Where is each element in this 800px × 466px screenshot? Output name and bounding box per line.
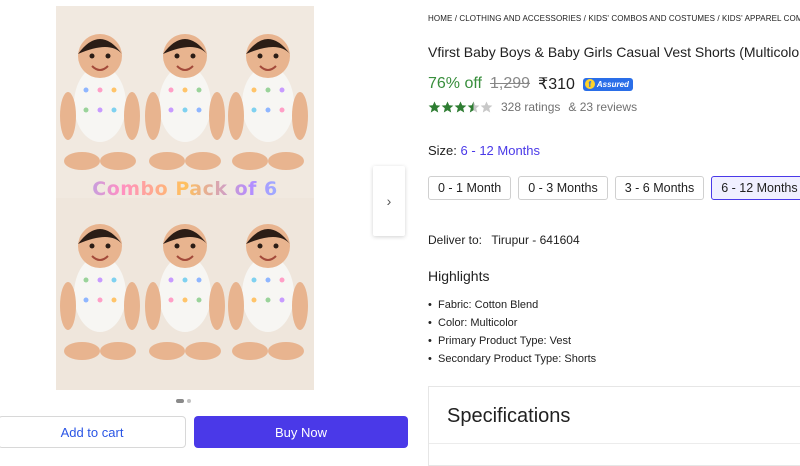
size-option-0-1-month[interactable]: 0 - 1 Month [428, 176, 512, 200]
highlights-title: Highlights [428, 268, 490, 284]
assured-icon: f [584, 79, 595, 89]
highlights-list: • Fabric: Cotton Blend • Color: Multicolor… [428, 296, 596, 368]
breadcrumb-home[interactable]: HOME [428, 14, 452, 23]
chevron-right-icon: › [386, 193, 392, 209]
discount-percent: 76% off [428, 75, 482, 92]
specifications-title: Specifications [447, 405, 571, 427]
breadcrumb-kids-combos[interactable]: KIDS' COMBOS AND COSTUMES [588, 14, 715, 23]
star-full-icon [428, 101, 441, 113]
selected-size: 6 - 12 Months [460, 143, 541, 158]
delivery-pincode: Tirupur - 641604 [491, 233, 580, 247]
carousel-dot[interactable] [187, 399, 191, 403]
size-options: 0 - 1 Month 0 - 3 Months 3 - 6 Months 6 … [428, 176, 800, 200]
delivery-location[interactable]: Deliver to: Tirupur - 641604 [428, 233, 580, 247]
assured-badge[interactable]: f Assured [582, 77, 633, 91]
star-half-icon [467, 101, 480, 113]
breadcrumb-separator: / [715, 14, 723, 23]
product-image[interactable]: Combo Pack of 6 [56, 6, 314, 390]
size-label-text: Size: [428, 143, 457, 158]
specifications-section[interactable]: Specifications [428, 386, 800, 466]
rating-row[interactable]: 328 ratings & 23 reviews [428, 100, 637, 114]
deliver-label: Deliver to: [428, 233, 483, 247]
price-row: 76% off 1,299 ₹310 f Assured [428, 74, 633, 94]
ratings-count: 328 ratings [501, 100, 561, 114]
rating-stars [428, 101, 493, 113]
size-option-3-6-months[interactable]: 3 - 6 Months [614, 176, 705, 200]
size-option-0-3-months[interactable]: 0 - 3 Months [518, 176, 608, 200]
breadcrumb-kids-apparel-combo[interactable]: KIDS' APPAREL COMBO [722, 14, 800, 23]
buy-now-button[interactable]: Buy Now [194, 416, 408, 448]
image-carousel-dots[interactable] [176, 399, 191, 403]
reviews-count: & 23 reviews [568, 100, 638, 114]
selling-price: ₹310 [538, 76, 575, 93]
original-price: 1,299 [489, 75, 531, 92]
highlight-item: • Primary Product Type: Vest [428, 335, 572, 347]
star-full-icon [441, 101, 454, 113]
size-label: Size: 6 - 12 Months [428, 143, 540, 158]
highlight-item: • Secondary Product Type: Shorts [428, 353, 597, 365]
assured-label: Assured [596, 79, 629, 89]
combo-pack-label: Combo Pack of 6 [56, 178, 314, 200]
size-option-6-12-months[interactable]: 6 - 12 Months [711, 176, 800, 200]
carousel-dot-active[interactable] [176, 399, 184, 403]
highlight-item: • Color: Multicolor [428, 317, 518, 329]
breadcrumb: HOME / CLOTHING AND ACCESSORIES / KIDS' … [428, 14, 800, 23]
breadcrumb-clothing[interactable]: CLOTHING AND ACCESSORIES [459, 14, 581, 23]
divider [429, 443, 800, 444]
action-bar: Add to cart Buy Now [0, 408, 416, 457]
product-title: Vfirst Baby Boys & Baby Girls Casual Ves… [428, 44, 800, 60]
star-full-icon [454, 101, 467, 113]
highlight-item: • Fabric: Cotton Blend [428, 299, 539, 311]
add-to-cart-button[interactable]: Add to cart [0, 416, 186, 448]
next-image-button[interactable]: › [373, 166, 405, 236]
star-empty-icon [480, 101, 493, 113]
